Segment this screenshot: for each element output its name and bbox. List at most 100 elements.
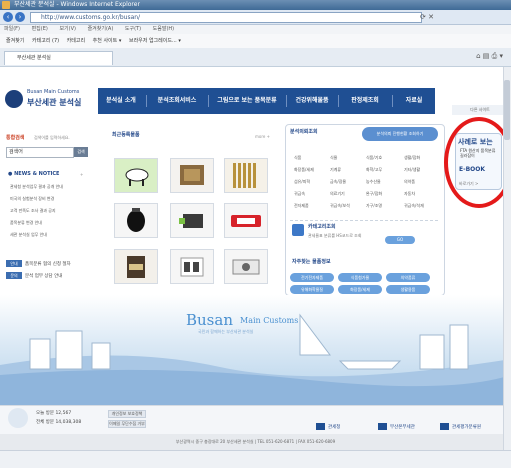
ie-icon <box>2 1 10 9</box>
hs-search-title: 카테고리조회 <box>308 224 336 230</box>
nav-item-intro[interactable]: 분석실 소개 <box>98 88 144 114</box>
url-field[interactable]: http://www.customs.go.kr/busan/ <box>30 12 422 23</box>
recent-item-thumbnail[interactable] <box>170 203 214 238</box>
visit-total-label: 전체 방문 <box>36 420 54 425</box>
email-refuse-button[interactable]: 이메일 무단수집 거부 <box>108 420 146 428</box>
category-link[interactable]: 가구/조명 <box>366 203 382 209</box>
menu-tools[interactable]: 도구(T) <box>125 26 141 32</box>
category-link[interactable]: 전자제품 <box>294 203 309 209</box>
category-link[interactable]: 의약품 <box>404 179 415 185</box>
quicksearch-desc: 검색어를 입력하세요. <box>34 135 70 140</box>
search-input[interactable]: 검색어 <box>6 147 74 158</box>
favorites-item[interactable]: 추천 사이트 ▾ <box>93 38 122 44</box>
nav-item-judgement[interactable]: 판정제조회 <box>340 88 390 114</box>
category-link[interactable]: 완구/잡화 <box>366 191 382 197</box>
recent-more-button[interactable]: more + <box>255 134 270 139</box>
category-link[interactable]: 화학/고무 <box>366 167 382 173</box>
category-link[interactable]: 귀금속 <box>294 191 305 197</box>
nav-item-classification[interactable]: 그림으로 보는 품목분류 <box>210 88 284 114</box>
site-logo[interactable]: Busan Main Customs 부산세관 분석실 <box>5 88 90 112</box>
tab-current[interactable]: 부산세관 분석실 <box>4 51 113 65</box>
recent-item-thumbnail[interactable] <box>170 158 214 193</box>
news-item[interactable]: 품목분류 변경 안내 <box>10 220 90 226</box>
menu-help[interactable]: 도움말(H) <box>153 26 174 32</box>
keyword-pill[interactable]: 화장품/세제 <box>338 285 382 294</box>
menu-edit[interactable]: 편집(E) <box>32 26 48 32</box>
side-link-label: 품목분류 협의 신청 절차 <box>25 262 71 267</box>
recent-item-thumbnail[interactable] <box>224 158 268 193</box>
category-link[interactable]: 금속/광물 <box>330 179 346 185</box>
nav-item-health[interactable]: 건강위해물품 <box>288 88 336 114</box>
menu-file[interactable]: 파일(F) <box>4 26 20 32</box>
scrollbar-thumb[interactable] <box>504 80 510 140</box>
window-title: 부산세관 분석실 - Windows Internet Explorer <box>14 1 140 8</box>
category-link[interactable]: 식품/기호 <box>366 155 382 161</box>
category-link[interactable]: 섬유/피혁 <box>294 179 310 185</box>
banner-link[interactable]: 부산본부세관 <box>366 423 415 432</box>
forward-icon[interactable]: › <box>15 12 25 22</box>
search-button[interactable]: 검색 <box>74 147 88 157</box>
side-link[interactable]: 안내 품목분류 협의 신청 절차 <box>6 260 71 267</box>
news-item[interactable]: 고객 만족도 조사 결과 공지 <box>10 208 90 214</box>
recent-item-thumbnail[interactable] <box>224 249 268 284</box>
news-item[interactable]: 미국의 실험분석 장비 변경 <box>10 196 90 202</box>
keyword-pill[interactable]: 식품첨가물 <box>338 273 382 282</box>
visit-today-value: 12,567 <box>55 411 72 416</box>
nav-item-library[interactable]: 자료실 <box>394 88 434 114</box>
site-link-tag[interactable]: 다른 사이트 <box>452 105 508 115</box>
banner-icon <box>316 423 325 430</box>
menu-favorites[interactable]: 즐겨찾기(A) <box>88 26 114 32</box>
banner-link[interactable]: 관세청 <box>304 423 340 432</box>
menu-view[interactable]: 보기(V) <box>59 26 76 32</box>
favorites-item[interactable]: 카테고리 <box>67 38 85 44</box>
nav-divider <box>286 95 287 107</box>
privacy-button[interactable]: 개인정보 보호정책 <box>108 410 146 418</box>
keyword-pill[interactable]: 유해화학물질 <box>290 285 334 294</box>
nav-item-service[interactable]: 분석조회서비스 <box>148 88 206 114</box>
category-link[interactable]: 식품 <box>294 155 301 161</box>
category-link[interactable]: 귀금속/보석 <box>330 203 350 209</box>
side-link[interactable]: 문의 분석 업무 상담 안내 <box>6 272 62 279</box>
keyword-pill[interactable]: 의약품류 <box>386 273 430 282</box>
category-link[interactable]: 기계류 <box>330 167 341 173</box>
recent-item-thumbnail[interactable] <box>224 203 268 238</box>
keyword-pill[interactable]: 전기전자제품 <box>290 273 334 282</box>
analysis-status-button[interactable]: 분석의뢰 진행현황 조회하기 <box>362 127 438 141</box>
category-link[interactable]: 귀금속/석재 <box>404 203 424 209</box>
banner-label: 관세평가분류원 <box>452 425 481 430</box>
refresh-icon[interactable]: ⟳ ✕ <box>420 12 480 22</box>
nav-divider <box>208 95 209 107</box>
category-link[interactable]: 의료기기 <box>330 191 345 197</box>
highlight-circle <box>444 117 511 208</box>
main-visual <box>0 295 511 405</box>
favorites-button[interactable]: 즐겨찾기 <box>6 38 24 44</box>
category-link[interactable]: 화장품/세제 <box>294 167 314 173</box>
banner-link[interactable]: 관세평가분류원 <box>428 423 481 432</box>
recent-items-title: 최근등록물품 <box>112 132 140 138</box>
recent-item-thumbnail[interactable] <box>114 249 158 284</box>
news-more-button[interactable]: + <box>80 172 83 177</box>
keyword-pill[interactable]: 생활용품 <box>386 285 430 294</box>
news-item[interactable]: 세관 분석실 업무 안내 <box>10 232 90 238</box>
footer-address: 부산광역시 중구 충장대로 20 부산세관 분석실 | TEL 051-620-… <box>0 434 511 450</box>
window-titlebar: 부산세관 분석실 - Windows Internet Explorer <box>0 0 511 10</box>
analysis-panel-title: 분석의뢰조회 <box>290 129 318 135</box>
hs-search-icon <box>292 224 304 236</box>
hs-search-button[interactable]: GO <box>385 236 415 244</box>
category-link[interactable]: 생활/잡화 <box>404 155 420 161</box>
home-icon[interactable]: ⌂ ▤ ⎙ ▾ <box>476 52 503 61</box>
category-link[interactable]: 식물 <box>330 155 337 161</box>
main-nav: 분석실 소개 분석조회서비스 그림으로 보는 품목분류 건강위해물품 판정제조회… <box>98 88 435 114</box>
favorites-item[interactable]: 브라우저 업그레이드... ▾ <box>129 38 181 44</box>
recent-item-thumbnail[interactable] <box>170 249 214 284</box>
customs-seal-icon <box>5 90 23 108</box>
logo-ko: 부산세관 분석실 <box>27 98 82 107</box>
back-icon[interactable]: ‹ <box>3 12 13 22</box>
recent-item-thumbnail[interactable] <box>114 203 158 238</box>
recent-item-thumbnail[interactable] <box>114 158 158 193</box>
news-item[interactable]: 관세청 분석업무 결과 공개 안내 <box>10 184 90 190</box>
category-link[interactable]: 기타/생활 <box>404 167 420 173</box>
category-link[interactable]: 자동차 <box>404 191 415 197</box>
favorites-item[interactable]: 카테고리 (7) <box>32 38 59 44</box>
category-link[interactable]: 농수산물 <box>366 179 381 185</box>
